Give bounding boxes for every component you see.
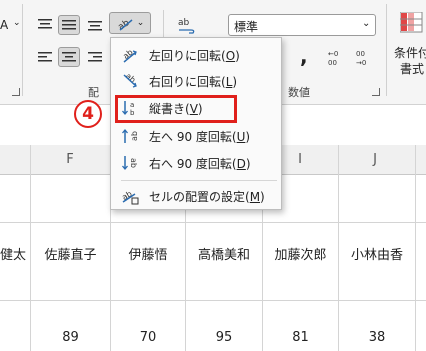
- column-header-j[interactable]: J: [365, 152, 385, 167]
- chevron-down-icon[interactable]: ⌄: [13, 18, 21, 28]
- rotate-text-up-icon: ab: [122, 128, 139, 143]
- group-separator: [22, 4, 23, 96]
- svg-text:←0: ←0: [328, 50, 338, 58]
- menu-item-rotate-text-up[interactable]: ab 左へ 90 度回転(U): [111, 125, 281, 147]
- svg-text:ab: ab: [124, 72, 137, 85]
- align-center-button[interactable]: [58, 47, 80, 67]
- cell-border: [338, 175, 339, 351]
- cell-border: [415, 175, 416, 351]
- orientation-button[interactable]: ab ⌄: [109, 12, 151, 34]
- name-cell[interactable]: 小林由香: [339, 244, 415, 263]
- increase-decimal-button[interactable]: ←0 00: [326, 47, 352, 67]
- svg-text:ab: ab: [178, 18, 190, 28]
- conditional-format-icon: [400, 12, 423, 33]
- column-divider: [30, 145, 31, 175]
- number-format-combo[interactable]: 標準: [228, 14, 376, 36]
- menu-separator: [121, 180, 277, 181]
- align-left-button[interactable]: [34, 47, 56, 67]
- orientation-icon: ab: [116, 18, 133, 31]
- chevron-down-icon: ⌄: [136, 18, 145, 28]
- cell-border: [30, 175, 31, 351]
- orientation-menu: ab 左回りに回転(O) ab 右回りに回転(L) ab 縦書き(V) ab 左…: [110, 37, 282, 210]
- column-divider: [338, 145, 339, 175]
- increase-decimal-icon: ←000: [328, 50, 338, 66]
- bottom-align-button[interactable]: [84, 15, 106, 35]
- middle-align-button[interactable]: [58, 15, 80, 35]
- alignment-group-label: 配: [88, 86, 99, 99]
- name-cell[interactable]: 加藤次郎: [263, 244, 338, 263]
- decrease-decimal-button[interactable]: 00 →0: [354, 47, 380, 67]
- top-align-button[interactable]: [34, 15, 56, 35]
- svg-text:00: 00: [356, 50, 365, 58]
- chevron-down-icon[interactable]: ⌄: [362, 18, 370, 29]
- highlight-box: [115, 95, 237, 123]
- align-center-icon: [62, 52, 76, 62]
- font-size-partial: A: [0, 18, 9, 32]
- cell-border: [0, 300, 426, 301]
- wrap-text-icon: ab: [178, 18, 195, 34]
- angle-clockwise-icon: ab: [123, 72, 137, 88]
- top-align-icon: [38, 19, 52, 29]
- svg-text:ab: ab: [116, 18, 131, 31]
- score-cell[interactable]: 81: [263, 330, 338, 345]
- svg-text:ab: ab: [130, 131, 139, 141]
- column-divider: [415, 145, 416, 175]
- number-format-value: 標準: [234, 20, 259, 34]
- format-cell-alignment-icon: ab: [121, 189, 139, 205]
- menu-item-rotate-clockwise[interactable]: ab 右回りに回転(L): [111, 70, 281, 92]
- launcher-icon[interactable]: [12, 88, 20, 96]
- conditional-format-label: 書式: [400, 62, 425, 76]
- svg-text:00: 00: [328, 59, 337, 66]
- name-cell[interactable]: 健太: [0, 244, 26, 263]
- bottom-align-icon: [88, 21, 102, 31]
- svg-text:→0: →0: [356, 59, 366, 66]
- column-header-i[interactable]: I: [290, 152, 310, 167]
- number-group-label: 数値: [288, 86, 310, 99]
- conditional-format-button[interactable]: 条件付 書式: [392, 8, 426, 78]
- launcher-icon[interactable]: [372, 88, 380, 96]
- score-cell[interactable]: 38: [339, 330, 415, 345]
- comma-style-button[interactable]: ,: [300, 44, 308, 68]
- name-cell[interactable]: 伊藤悟: [111, 244, 185, 263]
- column-header-f[interactable]: F: [60, 152, 80, 167]
- name-cell[interactable]: 佐藤直子: [31, 244, 110, 263]
- align-right-icon: [88, 52, 102, 62]
- wrap-text-button[interactable]: ab: [174, 14, 200, 38]
- menu-item-rotate-text-down[interactable]: ab 右へ 90 度回転(D): [111, 152, 281, 174]
- angle-counterclockwise-icon: ab: [121, 48, 137, 63]
- middle-align-icon: [62, 20, 76, 30]
- menu-item-rotate-counterclockwise[interactable]: ab 左回りに回転(O): [111, 44, 281, 66]
- align-left-icon: [38, 52, 52, 62]
- align-right-button[interactable]: [84, 47, 106, 67]
- score-cell[interactable]: 70: [111, 330, 185, 345]
- group-separator: [386, 4, 387, 96]
- name-cell[interactable]: 高橋美和: [186, 244, 262, 263]
- menu-item-format-cell-alignment[interactable]: ab セルの配置の設定(M): [111, 185, 281, 207]
- score-cell[interactable]: 89: [31, 330, 110, 345]
- svg-text:ab: ab: [129, 158, 138, 168]
- decrease-decimal-icon: 00→0: [356, 50, 366, 66]
- conditional-format-label: 条件付: [394, 46, 426, 60]
- rotate-text-down-icon: ab: [122, 156, 138, 171]
- score-cell[interactable]: 95: [186, 330, 262, 345]
- cell-border: [0, 222, 426, 223]
- step-number-badge: 4: [74, 100, 102, 128]
